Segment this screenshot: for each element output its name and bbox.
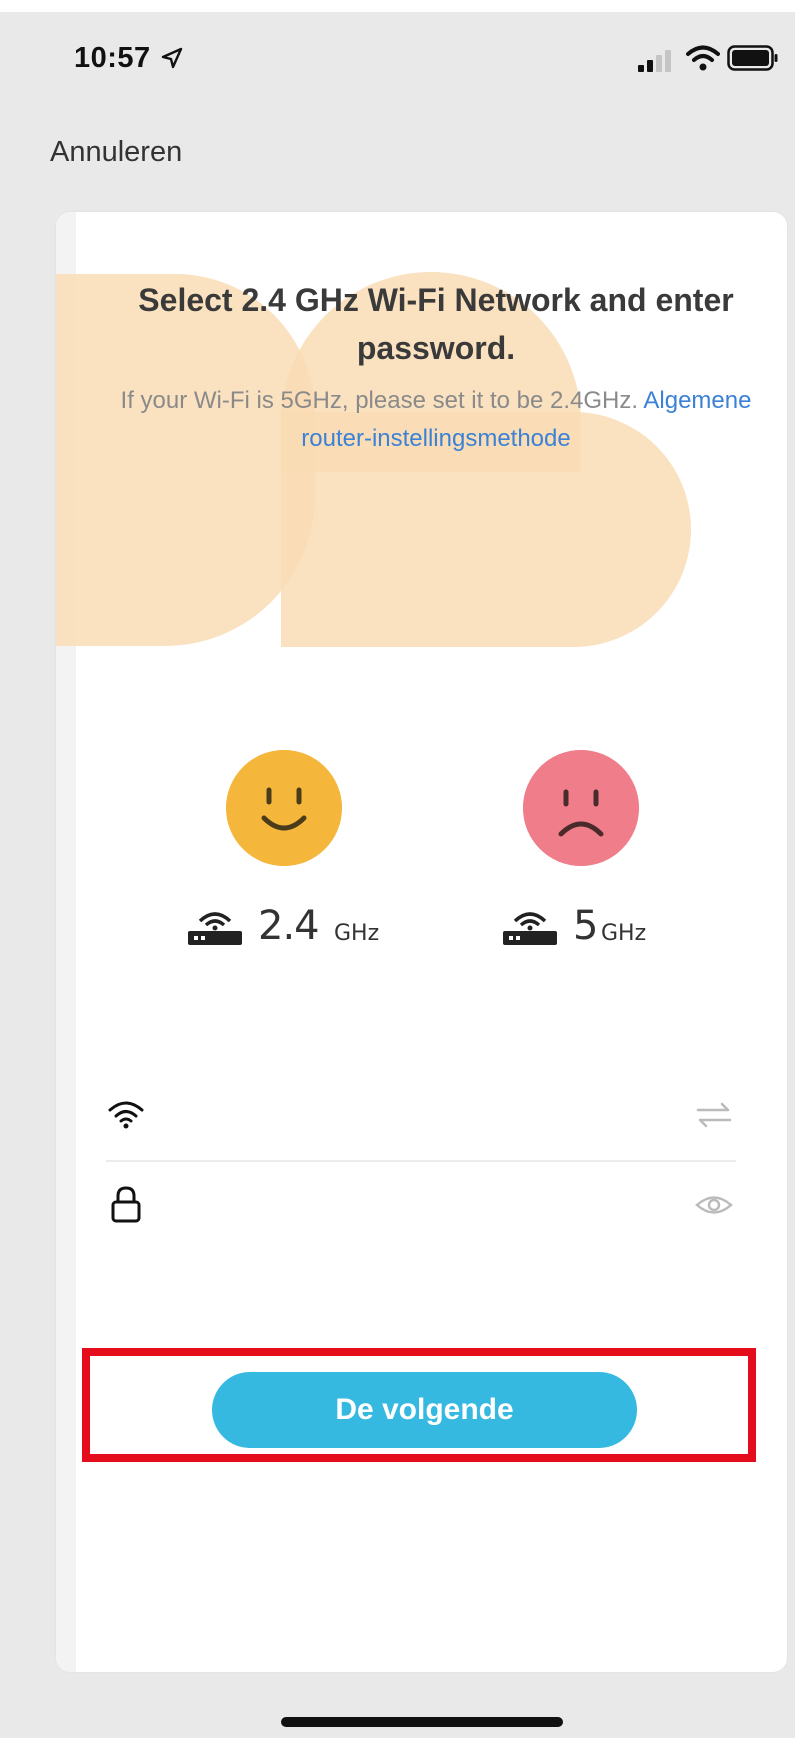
phone-screen: 10:57 Annuleren Select 2.4 GHz Wi-Fi Net…: [0, 12, 795, 1738]
lock-icon: [111, 1186, 141, 1223]
status-time: 10:57: [74, 42, 151, 74]
band-24ghz-label: 2.4 GHz: [186, 897, 416, 957]
happy-face-icon: [226, 750, 342, 866]
subtitle-text: If your Wi-Fi is 5GHz, please set it to …: [120, 387, 639, 414]
wifi-icon: [108, 1101, 144, 1129]
wifi-icon: [686, 45, 720, 71]
wifi-password-input[interactable]: [176, 1186, 650, 1228]
band-5-unit: GHz: [601, 921, 647, 946]
subtitle: If your Wi-Fi is 5GHz, please set it to …: [96, 382, 776, 458]
band-24-unit: GHz: [334, 921, 380, 946]
switch-arrows-icon[interactable]: [694, 1098, 734, 1132]
signal-icon: [638, 50, 671, 72]
location-arrow-icon: [161, 47, 183, 69]
router-icon: [188, 912, 242, 945]
field-divider: [106, 1160, 736, 1162]
status-bar: 10:57: [0, 12, 795, 102]
home-indicator[interactable]: [281, 1717, 563, 1727]
band-5-number: 5: [573, 903, 598, 949]
page-title: Select 2.4 GHz Wi-Fi Network and enter p…: [138, 282, 734, 366]
router-icon: [503, 912, 557, 945]
band-24-number: 2.4: [258, 903, 320, 949]
password-row: [106, 1172, 736, 1242]
cancel-button[interactable]: Annuleren: [50, 136, 182, 169]
screenshot-edge: [795, 0, 807, 1738]
eye-icon[interactable]: [694, 1188, 734, 1222]
next-button[interactable]: De volgende: [212, 1372, 637, 1448]
wifi-network-row: [106, 1082, 736, 1152]
band-5ghz-label: 5 GHz: [501, 897, 701, 957]
sad-face-icon: [523, 750, 639, 866]
wifi-ssid-input[interactable]: [176, 1096, 650, 1138]
battery-icon: [727, 45, 778, 71]
